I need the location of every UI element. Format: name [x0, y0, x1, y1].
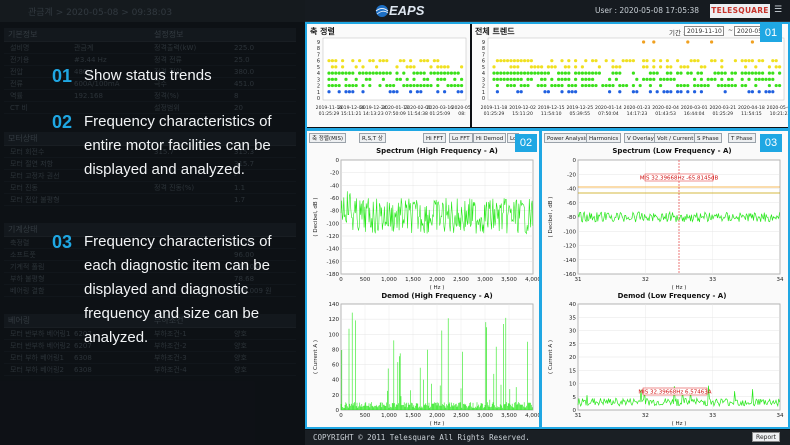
- left-info-panel: 관금계 > 2020-05-08 > 09:38:03 기본정보 설정정보 설비명 관…: [0, 0, 305, 445]
- user-info: User : 2020-05-08 17:05:38: [595, 6, 700, 15]
- feature-number: 01: [52, 66, 73, 86]
- copyright-text: COPYRIGHT © 2011 Telesquare All Rights R…: [313, 433, 530, 442]
- highlight-02: [305, 129, 541, 429]
- report-button[interactable]: Report: [752, 432, 780, 442]
- logo-text: EAPS: [389, 3, 425, 18]
- eaps-logo[interactable]: EAPS: [375, 3, 435, 19]
- feature-text: Frequency characteristics of entire moto…: [84, 113, 272, 178]
- brand-logo: TELESQUARE: [710, 4, 770, 18]
- footer: COPYRIGHT © 2011 Telesquare All Rights R…: [305, 430, 790, 445]
- feature-number: 02: [52, 112, 73, 132]
- globe-icon: [375, 5, 389, 17]
- feature-number: 03: [52, 232, 73, 252]
- highlight-03: [540, 129, 790, 429]
- badge-01: 01: [760, 24, 782, 42]
- highlight-01: [305, 22, 790, 130]
- feature-text: Frequency characteristics of each diagno…: [84, 233, 272, 346]
- badge-03: 03: [760, 134, 782, 152]
- badge-02: 02: [515, 134, 537, 152]
- app-header: EAPS User : 2020-05-08 17:05:38 TELESQUA…: [305, 0, 790, 22]
- feature-text: Show status trends: [84, 67, 212, 84]
- eaps-app-window: EAPS User : 2020-05-08 17:05:38 TELESQUA…: [305, 0, 790, 445]
- menu-icon[interactable]: ☰: [774, 5, 784, 15]
